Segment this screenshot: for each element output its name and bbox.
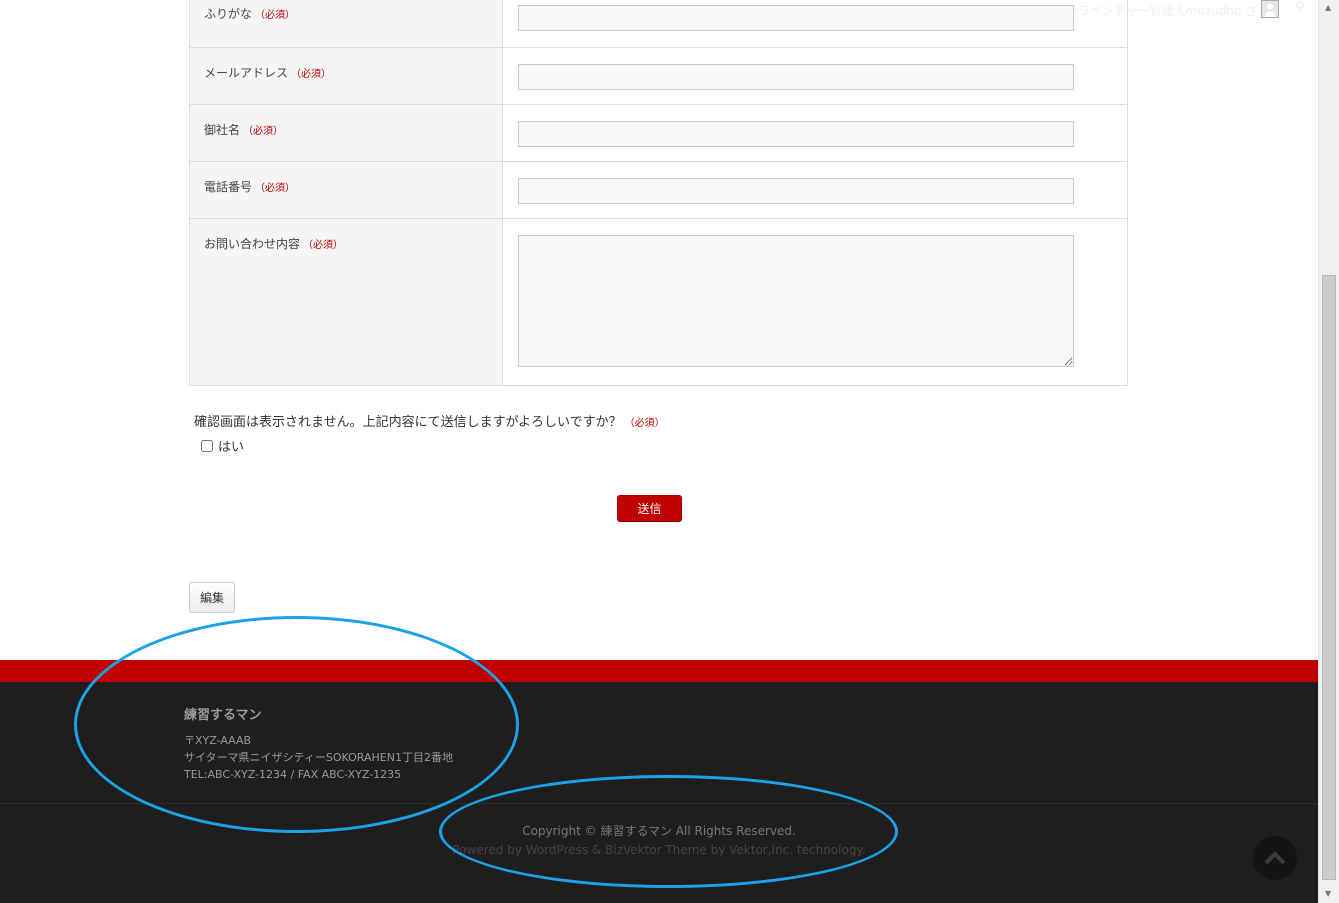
required-mark: （必須） xyxy=(303,240,344,251)
scrollbar-thumb[interactable] xyxy=(1322,275,1336,880)
form-row-email: メールアドレス （必須） xyxy=(189,47,1128,105)
form-row-inquiry: お問い合わせ内容 （必須） xyxy=(189,218,1128,386)
confirm-question: 確認画面は表示されません。上記内容にて送信しますがよろしいですか？ （必須） xyxy=(194,411,665,430)
required-mark: （必須） xyxy=(255,10,296,21)
furigana-input[interactable] xyxy=(518,5,1074,31)
confirm-question-text: 確認画面は表示されません。上記内容にて送信しますがよろしいですか？ xyxy=(194,415,622,430)
company-input[interactable] xyxy=(518,121,1074,147)
field-label: メールアドレス xyxy=(204,66,289,80)
vertical-scrollbar[interactable]: ▲ ▼ xyxy=(1318,0,1339,903)
required-mark: （必須） xyxy=(243,126,284,137)
form-row-phone: 電話番号 （必須） xyxy=(189,161,1128,219)
form-row-company: 御社名 （必須） xyxy=(189,104,1128,162)
form-row-furigana: ふりがな （必須） xyxy=(189,0,1128,48)
page-top-button[interactable] xyxy=(1253,836,1297,880)
scroll-down-arrow-icon[interactable]: ▼ xyxy=(1325,889,1331,898)
edit-button[interactable]: 編集 xyxy=(189,582,235,613)
confirm-checkbox-group[interactable]: はい xyxy=(201,436,244,455)
email-input[interactable] xyxy=(518,64,1074,90)
inquiry-textarea[interactable] xyxy=(518,235,1074,367)
confirm-checkbox[interactable] xyxy=(201,439,213,452)
annotation-ellipse-address xyxy=(74,616,519,833)
required-mark: （必須） xyxy=(255,183,296,194)
phone-input[interactable] xyxy=(518,178,1074,204)
scroll-up-arrow-icon[interactable]: ▲ xyxy=(1325,3,1331,12)
field-label: ふりがな xyxy=(204,7,253,21)
field-label: お問い合わせ内容 xyxy=(204,237,301,251)
field-label: 電話番号 xyxy=(204,180,253,194)
required-mark: （必須） xyxy=(291,69,332,80)
submit-button[interactable]: 送信 xyxy=(617,495,682,522)
annotation-ellipse-copyright xyxy=(439,775,898,888)
required-mark: （必須） xyxy=(624,418,665,429)
search-icon[interactable]: ⚲ xyxy=(1295,0,1305,15)
chevron-up-icon xyxy=(1264,851,1286,865)
user-avatar-icon[interactable] xyxy=(1261,0,1279,18)
confirm-option-label[interactable]: はい xyxy=(218,436,244,455)
contact-form-table: ふりがな （必須） メールアドレス （必須） 御社名 （必須） 電話番号 （必須） お問… xyxy=(189,0,1128,386)
field-label: 御社名 xyxy=(204,123,241,137)
